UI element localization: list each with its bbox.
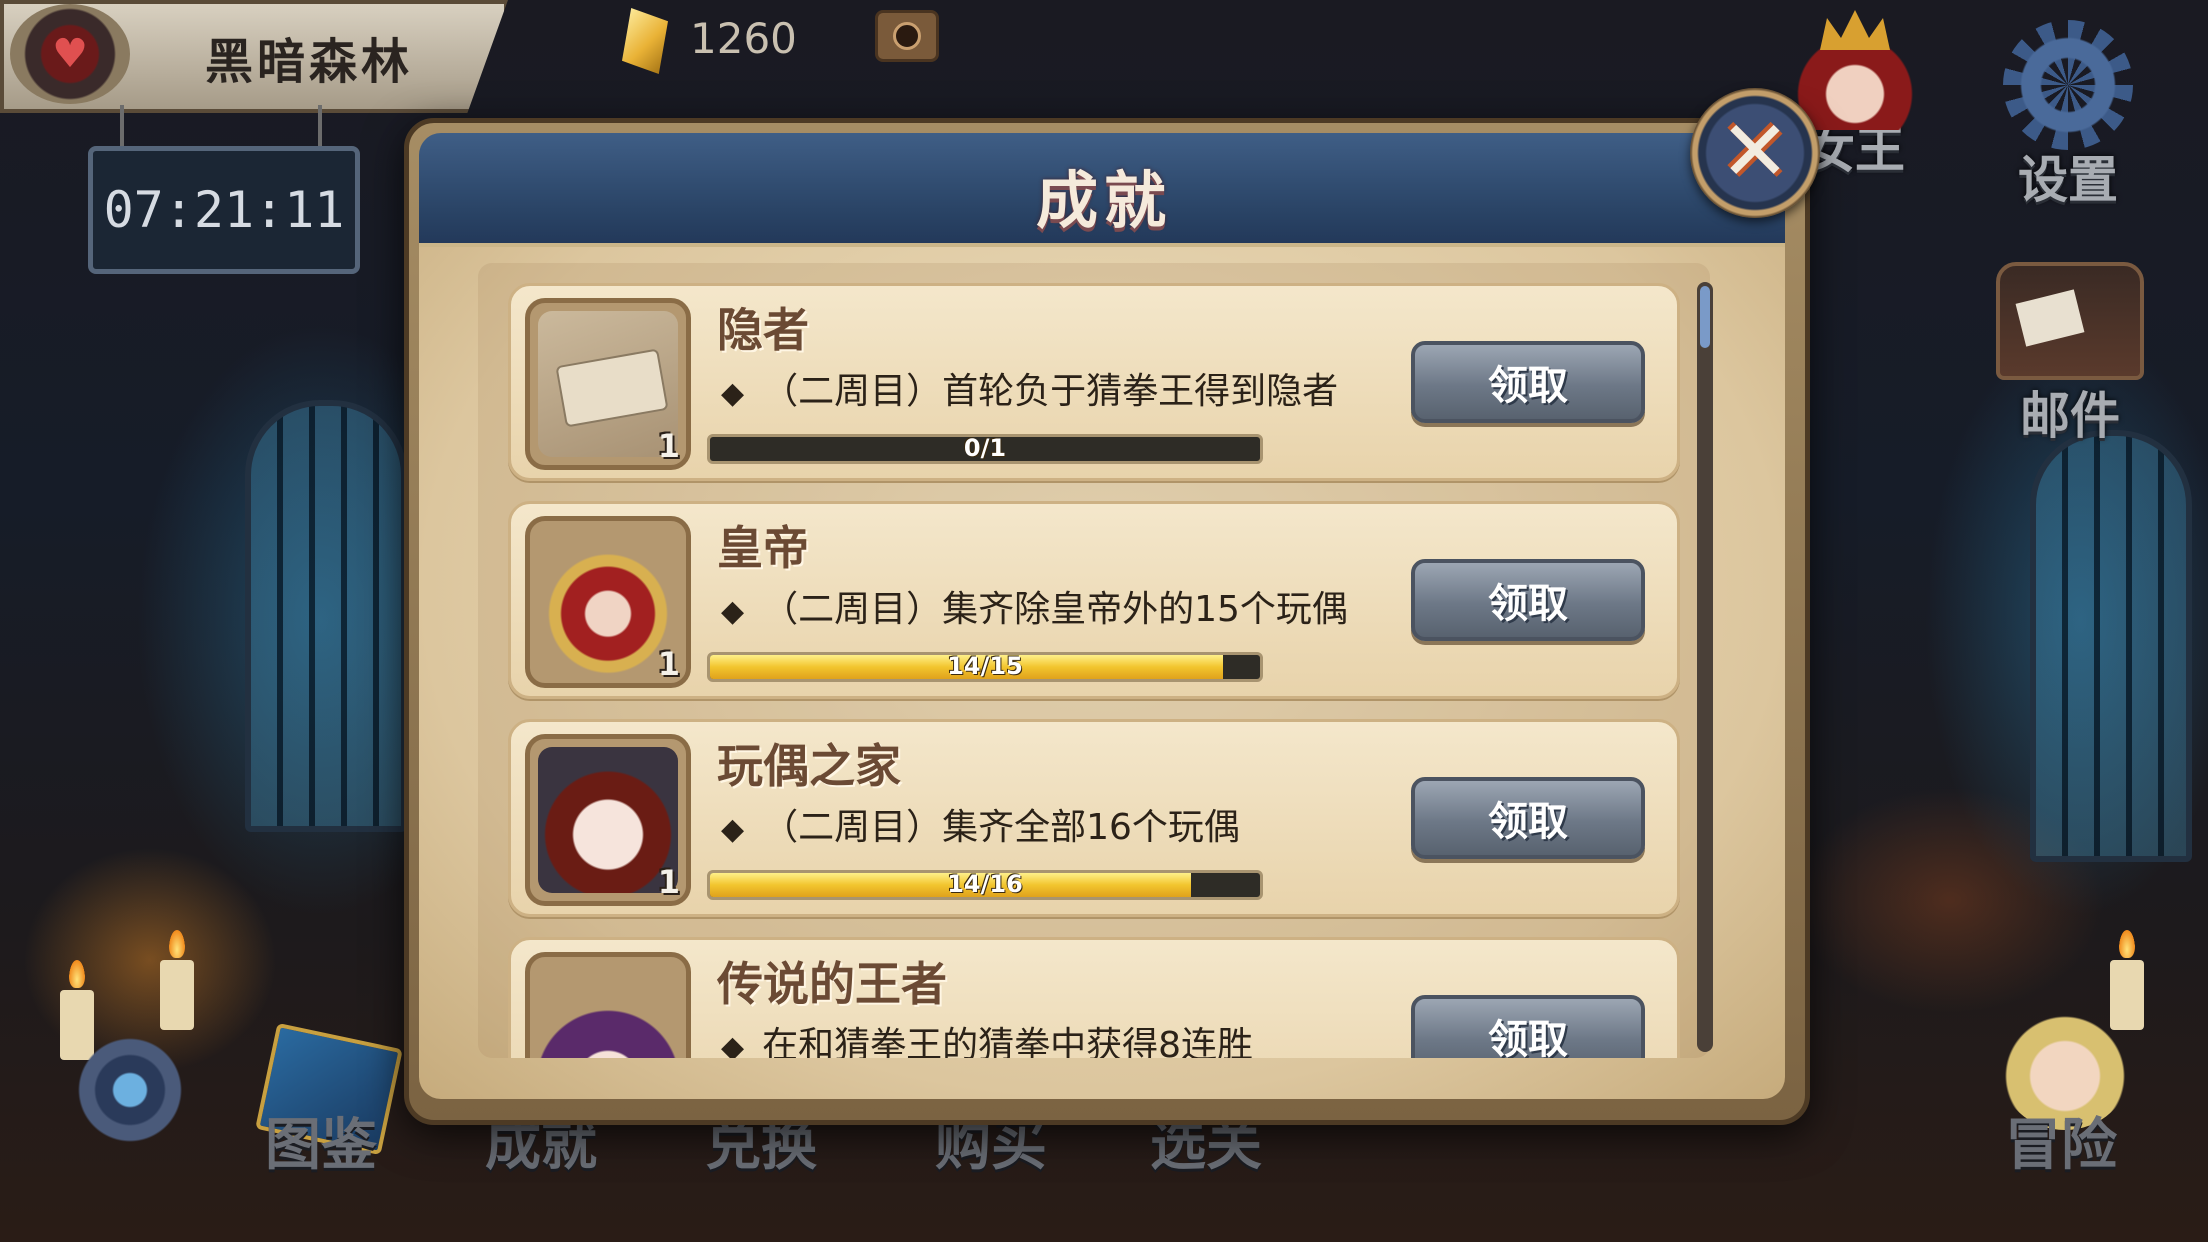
claim-button[interactable]: 领取 xyxy=(1411,995,1645,1058)
heart-emblem-icon: ♥ xyxy=(10,4,130,104)
compass-icon[interactable] xyxy=(70,1030,190,1150)
sign-chain xyxy=(120,105,124,149)
gear-icon xyxy=(2003,20,2133,150)
bottom-item-gallery[interactable]: 图鉴 xyxy=(265,1100,377,1181)
description-text: 在和猜拳王的猜拳中获得8连胜 xyxy=(762,1025,1253,1058)
candle xyxy=(2110,930,2144,1030)
bottom-item-label: 冒险 xyxy=(2005,1113,2117,1178)
sign-chain xyxy=(318,105,322,149)
bottom-item-adventure[interactable]: 冒险 xyxy=(2005,1100,2117,1181)
scrollbar-thumb[interactable] xyxy=(1700,286,1710,348)
reward-thumbnail xyxy=(525,952,691,1058)
list-clip: 传说的王者 ◆ 在和猜拳王的猜拳中获得8连胜 领取 xyxy=(478,263,1710,1058)
camera-icon[interactable] xyxy=(875,10,939,62)
mail-button[interactable]: 邮件 xyxy=(1995,262,2145,448)
left-window xyxy=(245,400,407,832)
diamond-bullet-icon: ◆ xyxy=(721,1030,745,1058)
bottom-item-label: 图鉴 xyxy=(265,1113,377,1178)
queen-icon xyxy=(1790,10,1920,130)
gold-count: 1260 xyxy=(690,14,797,63)
candle xyxy=(160,930,194,1030)
achievement-description: ◆ 在和猜拳王的猜拳中获得8连胜 xyxy=(721,1016,1253,1058)
right-window xyxy=(2030,430,2192,862)
legend-doll-icon xyxy=(538,965,678,1058)
achievement-card: 传说的王者 ◆ 在和猜拳王的猜拳中获得8连胜 领取 xyxy=(508,937,1680,1058)
close-icon: ✕ xyxy=(1719,102,1791,200)
dialog-title: 成就 xyxy=(1035,164,1172,237)
achievement-title: 传说的王者 xyxy=(717,957,947,1011)
mailbox-icon xyxy=(1996,262,2144,380)
mail-label: 邮件 xyxy=(2020,387,2120,445)
close-button[interactable]: ✕ xyxy=(1690,88,1820,218)
scrollbar-track[interactable] xyxy=(1697,282,1713,1052)
location-name: 黑暗森林 xyxy=(205,34,414,90)
